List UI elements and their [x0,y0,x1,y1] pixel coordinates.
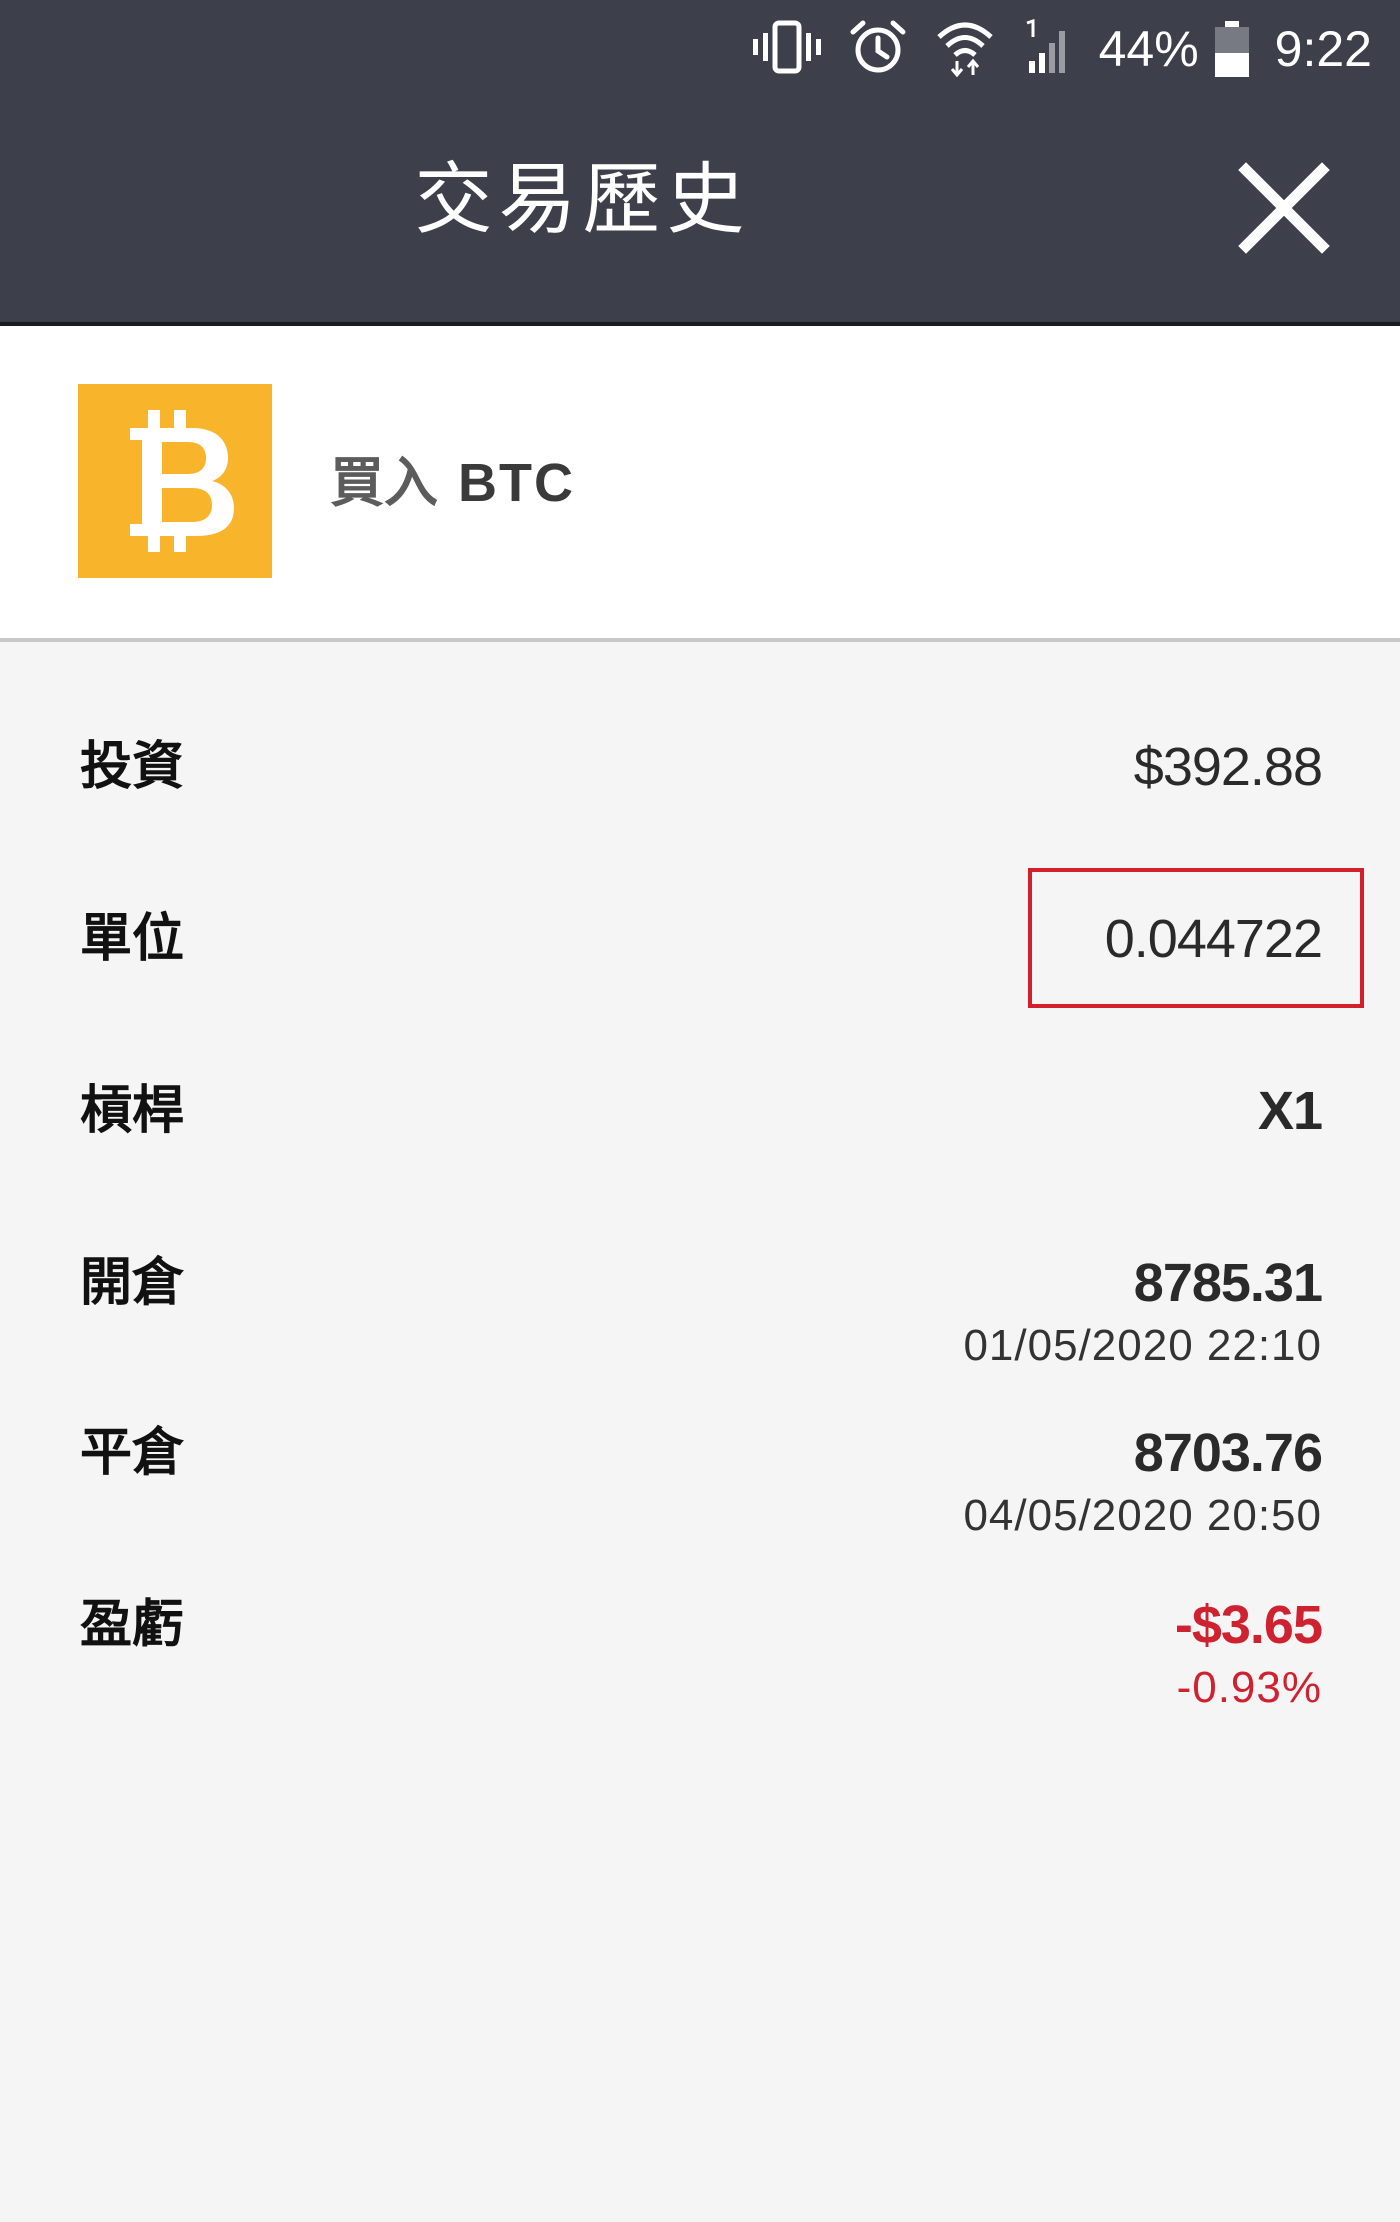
vibrate-icon [751,19,823,79]
asset-title: 買入 BTC [330,448,575,518]
open-price: 8785.31 [1133,1253,1323,1313]
close-datetime: 04/05/2020 20:50 [963,1491,1322,1540]
wifi-icon [933,17,997,81]
investment-label: 投資 [80,737,185,797]
close-icon [1238,162,1330,254]
close-label: 平倉 [80,1423,185,1483]
leverage-value: X1 [1257,1081,1323,1141]
battery-indicator: 44% [1099,20,1249,78]
bitcoin-icon [78,384,272,578]
battery-percent: 44% [1098,21,1199,77]
page-title: 交易歷史 [414,155,751,245]
pnl-percent: -0.93% [1176,1663,1322,1712]
clock: 9:22 [1274,21,1372,77]
open-datetime: 01/05/2020 22:10 [963,1321,1322,1370]
battery-icon [1214,21,1249,77]
close-price: 8703.76 [1133,1423,1323,1483]
close-button[interactable] [1236,160,1332,256]
trade-action: 買入 [330,451,438,514]
leverage-label: 槓桿 [80,1081,185,1141]
app-header: 44% 9:22 交易歷史 [0,0,1400,325]
pnl-amount: -$3.65 [1174,1595,1323,1655]
asset-ticker: BTC [458,453,575,513]
status-icons: 44% 9:22 [751,14,1372,84]
units-label: 單位 [80,909,185,969]
asset-panel-divider [0,638,1400,642]
status-bar: 44% 9:22 [0,0,1400,100]
investment-value: $392.88 [1133,737,1323,797]
alarm-icon [849,18,907,80]
open-label: 開倉 [80,1253,185,1313]
cell-signal-icon [1023,18,1073,79]
units-highlight-box [1028,868,1364,1008]
pnl-label: 盈虧 [80,1595,185,1655]
